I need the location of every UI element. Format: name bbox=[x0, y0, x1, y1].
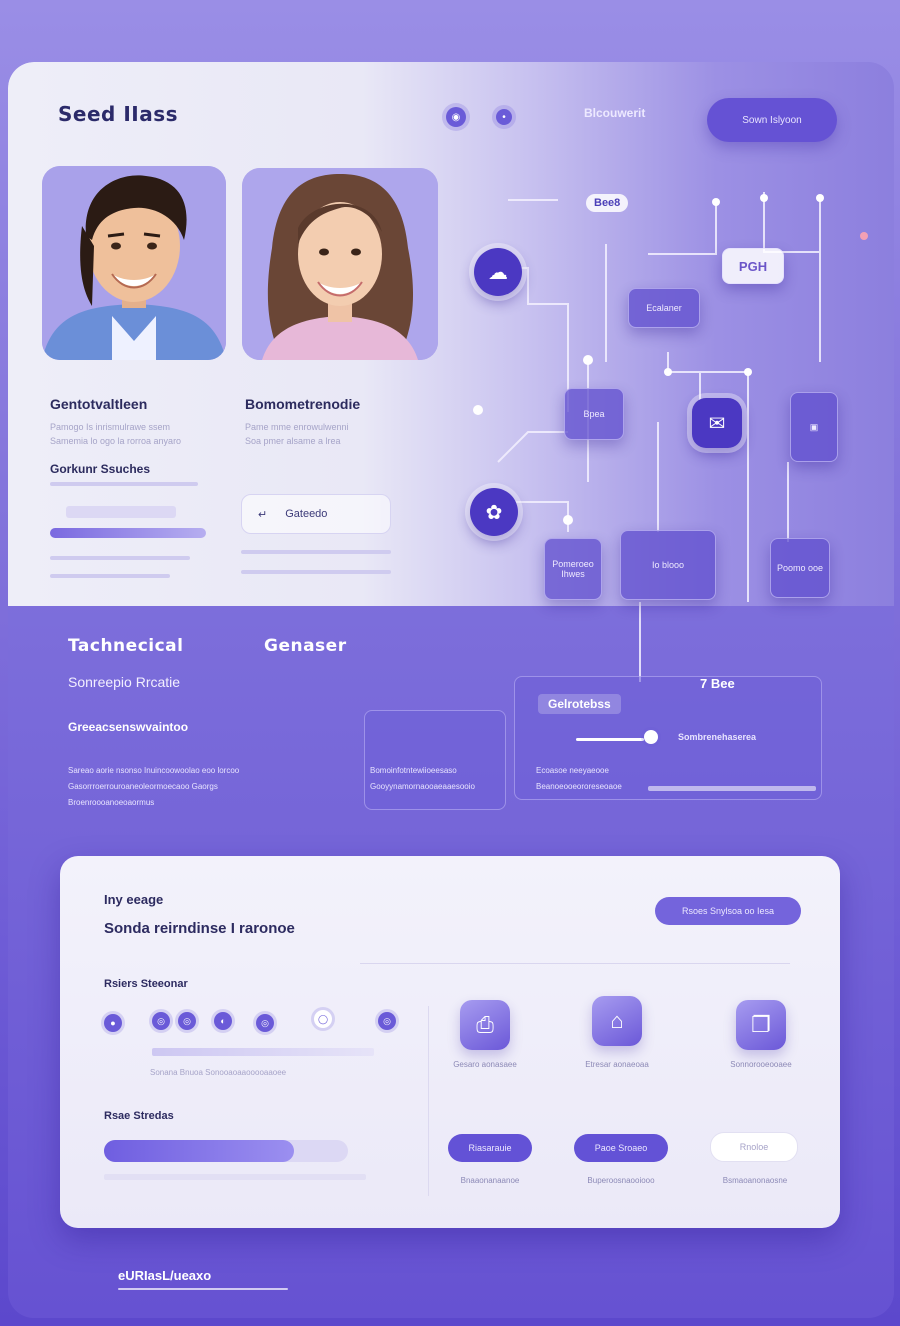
mid-col2-2: Gooyynamornaooaeaaesooio bbox=[370, 782, 475, 791]
step-3-dot[interactable]: ◎ bbox=[178, 1012, 196, 1030]
action-button-3[interactable]: Rnoloe bbox=[710, 1132, 798, 1162]
step-5-dot[interactable]: ◎ bbox=[256, 1014, 274, 1032]
bottom-pill-button[interactable]: Rsoes Snylsoa oo Iesa bbox=[655, 897, 801, 925]
mid-card-2 bbox=[364, 710, 506, 810]
app-frame: Seed IIass ◉ • Blcouwerit Sown Islyoon G… bbox=[8, 62, 894, 1318]
mid-col3-1: Ecoasoe neeyaeooe bbox=[536, 766, 609, 775]
mid-card-title: Gelrotebss bbox=[538, 694, 621, 714]
network-card-4[interactable]: ▣ bbox=[790, 392, 838, 462]
cloud-node-icon[interactable]: ☁ bbox=[474, 248, 522, 296]
feature-label-1: Gesaro aonasaee bbox=[453, 1060, 517, 1069]
bottom-divider bbox=[360, 963, 790, 964]
mid-slider-thumb[interactable] bbox=[644, 730, 658, 744]
mid-title-1: Tachnecical bbox=[68, 636, 184, 656]
mid-col3-2: Beanoeooeororeseoaoe bbox=[536, 782, 622, 791]
step-1-dot[interactable]: ● bbox=[104, 1014, 122, 1032]
network-card-2[interactable]: PGH bbox=[722, 248, 784, 284]
progress-fill bbox=[104, 1140, 295, 1162]
steps-caption: Sonana Bnuoa Sonooaoaaooooaaoee bbox=[150, 1068, 287, 1077]
network-top-tag[interactable]: Bee8 bbox=[586, 194, 629, 212]
step-4-dot[interactable]: ◐ bbox=[214, 1012, 232, 1030]
action-sub-2: Buperoosnaooiooo bbox=[587, 1176, 655, 1185]
mid-body-2: Gasorrroerrouroaneoleormoecaoo Gaorgs bbox=[68, 782, 218, 791]
mid-subtitle: Sonreepio Rrcatie bbox=[68, 674, 181, 690]
mid-body-3: Broenroooanoeoaormus bbox=[68, 798, 155, 807]
footer-underline bbox=[118, 1288, 288, 1290]
building-icon[interactable]: ⌂ bbox=[592, 996, 642, 1046]
network-card-6[interactable]: Io blooo bbox=[620, 530, 716, 600]
mid-card-field: Sombrenehaserea bbox=[678, 732, 757, 742]
documents-icon[interactable]: ❐ bbox=[736, 1000, 786, 1050]
mid-title-2: Genaser bbox=[264, 636, 347, 656]
action-button-2[interactable]: Paoe Sroaeo bbox=[574, 1134, 668, 1162]
steps-label: Rsiers Steeonar bbox=[104, 978, 188, 990]
bottom-vdivider bbox=[428, 1006, 429, 1196]
network-card-1[interactable]: Ecalaner bbox=[628, 288, 700, 328]
step-2-dot[interactable]: ◎ bbox=[152, 1012, 170, 1030]
action-sub-1: Bnaaonanaanoe bbox=[460, 1176, 520, 1185]
bottom-panel: Iny eeage Sonda reirndinse I raronoe Rso… bbox=[60, 856, 840, 1228]
progress-label: Rsae Stredas bbox=[104, 1110, 174, 1122]
mid-card-bar bbox=[648, 786, 816, 791]
feature-label-3: Sonnorooeooaee bbox=[730, 1060, 792, 1069]
step-6-dot[interactable]: ◯ bbox=[314, 1010, 332, 1028]
mid-card-badge: 7 Bee bbox=[700, 676, 735, 691]
mid-body-1: Sareao aorie nsonso Inuincoowoolao eoo l… bbox=[68, 766, 240, 775]
action-sub-3: Bsmaoanonaosne bbox=[722, 1176, 788, 1185]
network-card-7[interactable]: Poomo ooe bbox=[770, 538, 830, 598]
progress-track bbox=[104, 1140, 348, 1162]
feature-label-2: Etresar aonaeoaa bbox=[585, 1060, 649, 1069]
network-card-5[interactable]: Pomeroeo Ihwes bbox=[544, 538, 602, 600]
action-button-1[interactable]: Riasarauie bbox=[448, 1134, 532, 1162]
printer-icon[interactable]: ⎙ bbox=[460, 1000, 510, 1050]
hero-panel: Seed IIass ◉ • Blcouwerit Sown Islyoon G… bbox=[8, 62, 894, 682]
chat-node-icon[interactable]: ✉ bbox=[692, 398, 742, 448]
flower-node-icon[interactable]: ✿ bbox=[470, 488, 518, 536]
progress-underline bbox=[104, 1174, 366, 1180]
bottom-heading: Sonda reirndinse I raronoe bbox=[104, 920, 295, 937]
bottom-eyebrow: Iny eeage bbox=[104, 892, 164, 907]
network-card-3[interactable]: Bpea bbox=[564, 388, 624, 440]
footer-text[interactable]: eURIasL/ueaxo bbox=[118, 1268, 211, 1283]
steps-track bbox=[152, 1048, 374, 1056]
mid-col2-1: Bomoinfotntewiioeesaso bbox=[370, 766, 457, 775]
step-7-dot[interactable]: ◎ bbox=[378, 1012, 396, 1030]
mid-slider-track[interactable] bbox=[576, 738, 644, 741]
mid-caption: Greeacsenswvaintoo bbox=[68, 720, 189, 734]
